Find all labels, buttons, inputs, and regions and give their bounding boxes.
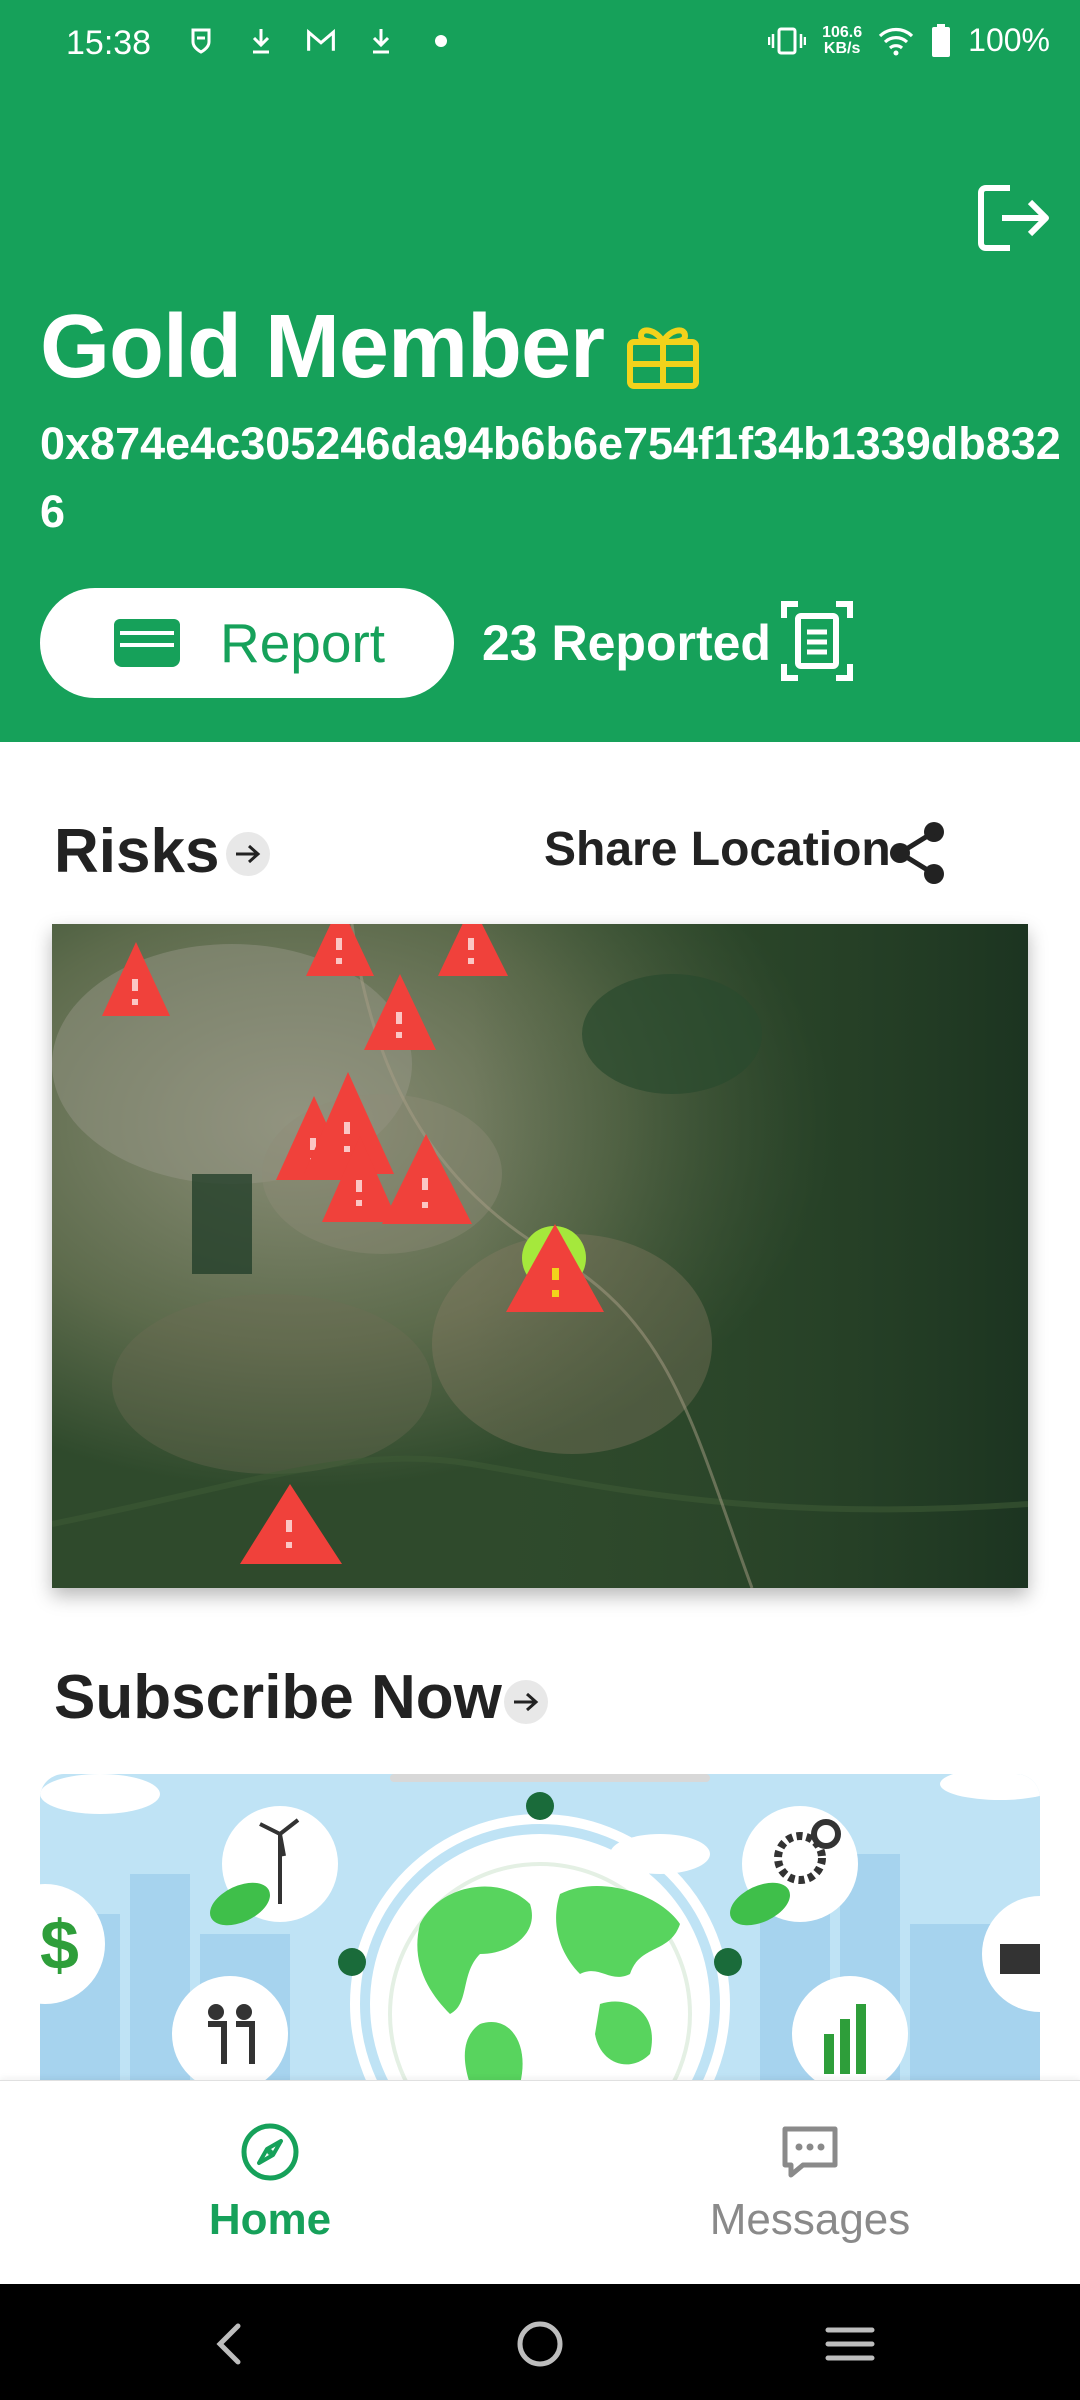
- nav-tab-messages-label: Messages: [709, 2195, 911, 2244]
- system-status-icons: 106.6 KB/s 100%: [768, 22, 1050, 59]
- share-location-button[interactable]: Share Location: [544, 822, 891, 877]
- wifi-icon: [878, 24, 914, 58]
- battery-icon: [930, 23, 952, 58]
- status-bar: 15:38 106.6 KB/s 100%: [0, 0, 1080, 90]
- gift-icon: [627, 326, 700, 389]
- network-speed-unit: KB/s: [823, 39, 861, 57]
- download-icon: [366, 24, 396, 58]
- risk-map[interactable]: [52, 924, 1028, 1588]
- arrow-right-icon: [514, 1692, 539, 1712]
- wallet-address: 0x874e4c305246da94b6b6e754f1f34b1339db83…: [40, 418, 1061, 537]
- back-icon[interactable]: [200, 2314, 260, 2374]
- wallet-icon: [114, 619, 180, 667]
- risks-arrow-button[interactable]: [226, 832, 270, 876]
- status-time: 15:38: [66, 24, 152, 62]
- membership-status: Gold Member: [40, 296, 704, 399]
- logout-button[interactable]: [974, 182, 1052, 254]
- reported-list-button[interactable]: [780, 600, 854, 682]
- document-scan-icon: [781, 601, 853, 681]
- gmail-icon: [306, 24, 336, 58]
- nav-tab-messages[interactable]: Messages: [540, 2081, 1080, 2285]
- subscribe-title: Subscribe Now: [54, 1663, 502, 1732]
- svg-text:$: $: [40, 1906, 79, 1984]
- notification-icons: [186, 24, 456, 58]
- share-icon[interactable]: [886, 820, 948, 886]
- nav-tab-home[interactable]: Home: [0, 2081, 540, 2285]
- system-navigation-bar: [0, 2284, 1080, 2400]
- bottom-navigation: Home Messages: [0, 2080, 1080, 2284]
- recents-icon[interactable]: [820, 2314, 880, 2374]
- subscribe-banner[interactable]: $: [40, 1774, 1040, 2084]
- battery-percentage: 100%: [968, 22, 1050, 58]
- logout-icon: [978, 185, 1049, 251]
- dot-icon: [426, 24, 456, 58]
- arrow-right-icon: [236, 844, 261, 864]
- app-header: 15:38 106.6 KB/s 100% Gold Member 0x874e…: [0, 0, 1080, 742]
- shield-icon: [186, 24, 216, 58]
- report-button-label: Report: [220, 612, 386, 674]
- network-speed: 106.6 KB/s: [822, 23, 863, 57]
- network-speed-value: 106.6: [822, 23, 863, 41]
- chat-icon: [782, 2126, 838, 2178]
- subscribe-arrow-button[interactable]: [504, 1680, 548, 1724]
- membership-title: Gold Member: [40, 297, 605, 397]
- reported-count: 23 Reported: [482, 615, 771, 671]
- nav-tab-home-label: Home: [208, 2195, 332, 2244]
- compass-icon: [241, 2123, 299, 2181]
- download-icon: [246, 24, 276, 58]
- risks-title: Risks: [54, 817, 220, 886]
- vibrate-icon: [768, 24, 807, 58]
- home-circle-icon[interactable]: [510, 2314, 570, 2374]
- report-button[interactable]: Report: [40, 588, 454, 698]
